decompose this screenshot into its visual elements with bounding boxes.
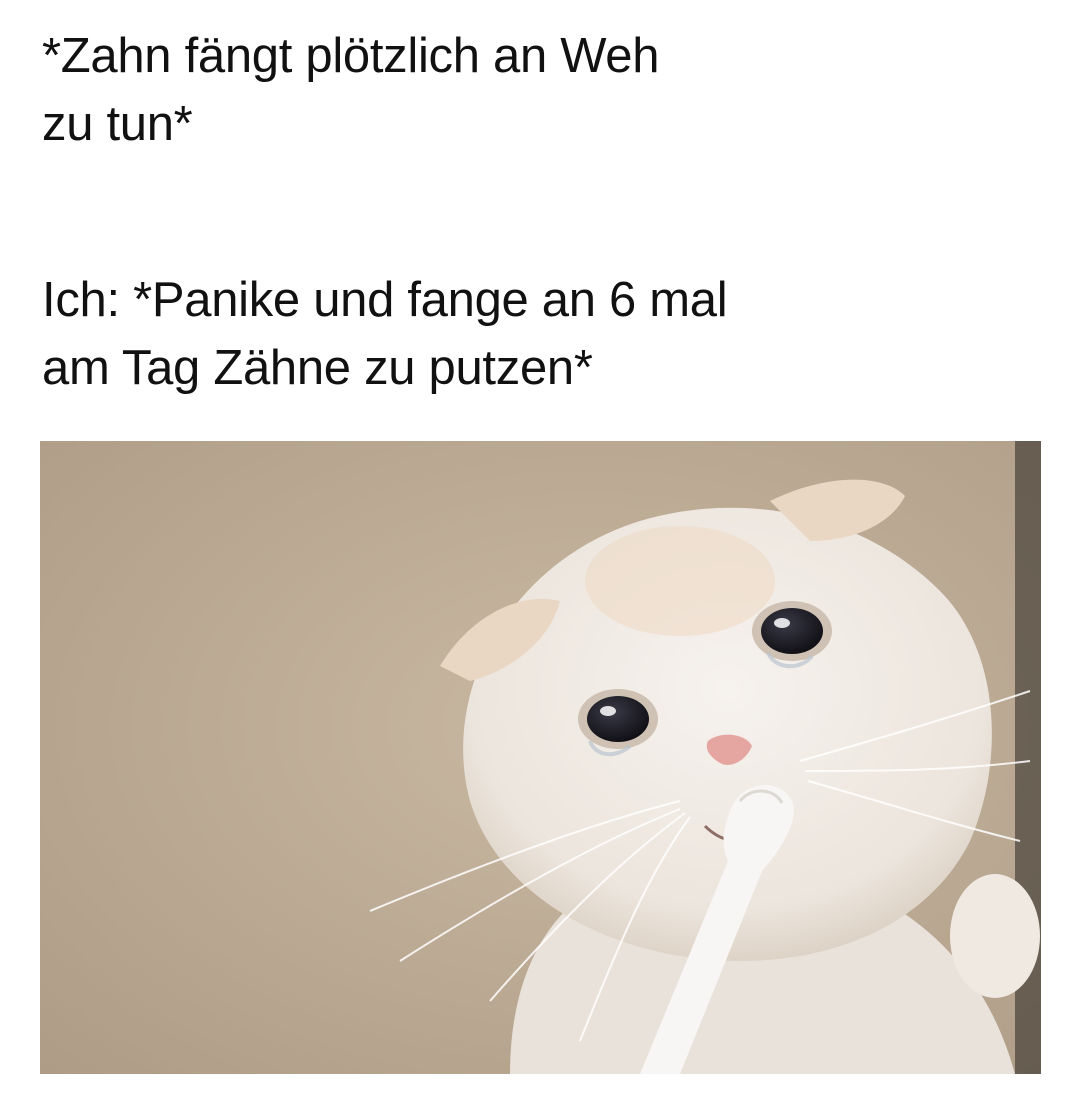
meme-photo xyxy=(40,441,1041,1074)
caption-reaction: Ich: *Panike und fange an 6 mal am Tag Z… xyxy=(42,266,1042,402)
cat-paw xyxy=(950,874,1040,998)
caption-reaction-line-2: am Tag Zähne zu putzen* xyxy=(42,341,593,395)
caption-situation: *Zahn fängt plötzlich an Weh zu tun* xyxy=(42,22,1042,158)
caption-reaction-line-1: Ich: *Panike und fange an 6 mal xyxy=(42,273,728,327)
caption-situation-line-1: *Zahn fängt plötzlich an Weh xyxy=(42,29,660,83)
crying-cat-illustration xyxy=(40,441,1041,1074)
cat-forehead-tint xyxy=(585,526,775,636)
caption-situation-line-2: zu tun* xyxy=(42,97,193,151)
